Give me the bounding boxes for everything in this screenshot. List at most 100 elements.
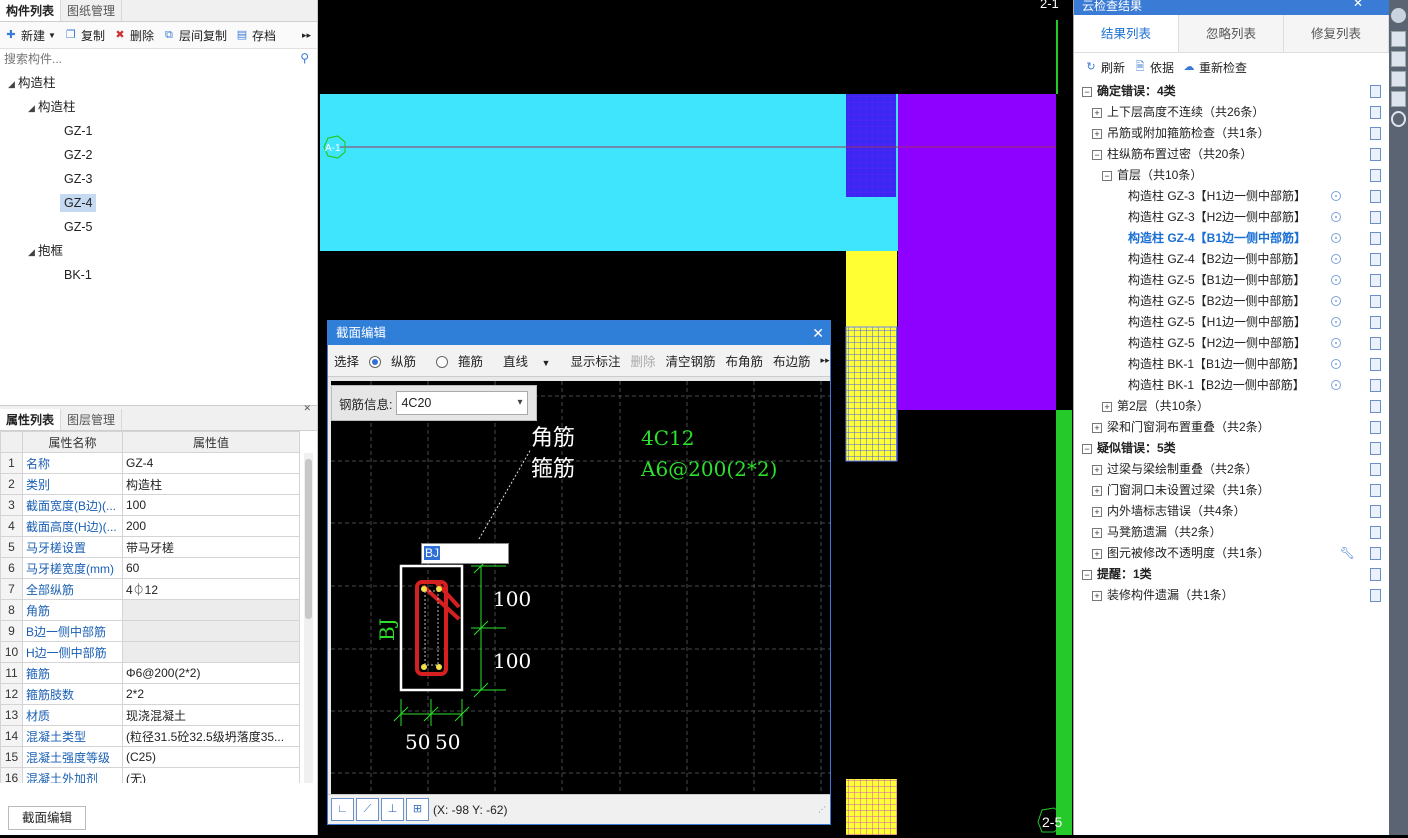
document-icon[interactable] xyxy=(1370,379,1381,392)
expand-icon[interactable]: + xyxy=(1092,464,1102,475)
locate-icon[interactable] xyxy=(1331,296,1341,306)
property-row[interactable]: 15 混凝土强度等级 (C25) xyxy=(0,746,300,768)
document-icon[interactable] xyxy=(1370,463,1381,476)
document-icon[interactable] xyxy=(1370,442,1381,455)
archive-button[interactable]: ▤ 存档 xyxy=(235,27,276,44)
property-value[interactable]: 构造柱 xyxy=(122,473,300,495)
locate-icon[interactable] xyxy=(1331,191,1341,201)
result-group[interactable]: + 图元被修改不透明度（共1条） 🔧︎ xyxy=(1074,543,1389,564)
expand-icon[interactable]: + xyxy=(1102,401,1112,412)
document-icon[interactable] xyxy=(1370,589,1381,602)
property-value[interactable]: 100 xyxy=(122,494,300,516)
tab-repair-list[interactable]: 修复列表 xyxy=(1284,15,1389,52)
delete-button-disabled[interactable]: 删除 xyxy=(630,351,655,370)
tab-layer-management[interactable]: 图层管理 xyxy=(61,409,123,430)
document-icon[interactable] xyxy=(1370,568,1381,581)
document-icon[interactable] xyxy=(1370,526,1381,539)
result-group[interactable]: + 马凳筋遗漏（共2条） xyxy=(1074,522,1389,543)
close-icon[interactable]: ✕ xyxy=(812,321,824,345)
tree-node-constructional-column[interactable]: ◢ 构造柱 xyxy=(0,95,317,119)
search-icon[interactable]: ⚲ xyxy=(300,51,309,65)
basis-button[interactable]: 🗎 依据 xyxy=(1133,59,1174,76)
property-value[interactable]: Φ6@200(2*2) xyxy=(122,662,300,684)
collapse-icon[interactable]: − xyxy=(1102,170,1112,181)
document-icon[interactable] xyxy=(1370,547,1381,560)
property-row[interactable]: 13 材质 现浇混凝土 xyxy=(0,704,300,726)
locate-icon[interactable] xyxy=(1331,380,1341,390)
document-icon[interactable] xyxy=(1370,505,1381,518)
locate-icon[interactable] xyxy=(1331,359,1341,369)
expand-icon[interactable]: + xyxy=(1092,590,1102,601)
expand-icon[interactable]: + xyxy=(1092,548,1102,559)
tree-item-gz-1[interactable]: GZ-1 xyxy=(0,119,317,143)
result-group[interactable]: + 过梁与梁绘制重叠（共2条） xyxy=(1074,459,1389,480)
stirrup-radio[interactable]: 箍筋 xyxy=(436,351,493,370)
expand-arrow-icon[interactable]: ◢ xyxy=(8,72,18,96)
property-value[interactable]: 60 xyxy=(122,557,300,579)
document-icon[interactable] xyxy=(1370,190,1381,203)
property-value[interactable]: (无) xyxy=(122,767,300,783)
expand-icon[interactable]: + xyxy=(1092,506,1102,517)
locate-icon[interactable] xyxy=(1331,233,1341,243)
tree-node-constructional-column-group[interactable]: ◢ 构造柱 xyxy=(0,71,317,95)
document-icon[interactable] xyxy=(1370,358,1381,371)
refresh-button[interactable]: ↻ 刷新 xyxy=(1084,59,1125,76)
collapse-icon[interactable]: − xyxy=(1092,149,1102,160)
tree-item-gz-3[interactable]: GZ-3 xyxy=(0,167,317,191)
property-row[interactable]: 10 H边一侧中部筋 xyxy=(0,641,300,663)
tree-item-gz-4[interactable]: GZ-4 xyxy=(0,191,317,215)
document-icon[interactable] xyxy=(1370,253,1381,266)
result-item[interactable]: 构造柱 GZ-5【H1边一侧中部筋】 xyxy=(1074,312,1389,333)
property-row[interactable]: 2 类别 构造柱 xyxy=(0,473,300,495)
property-row[interactable]: 7 全部纵筋 4⏀12 xyxy=(0,578,300,600)
property-value[interactable]: 带马牙槎 xyxy=(122,536,300,558)
collapse-icon[interactable]: − xyxy=(1082,569,1092,580)
expand-icon[interactable]: + xyxy=(1092,485,1102,496)
document-icon[interactable] xyxy=(1370,274,1381,287)
tree-item-gz-2[interactable]: GZ-2 xyxy=(0,143,317,167)
document-icon[interactable] xyxy=(1370,232,1381,245)
property-row[interactable]: 4 截面高度(H边)(... 200 xyxy=(0,515,300,537)
view3-icon[interactable] xyxy=(1391,71,1406,87)
tree-item-gz-5[interactable]: GZ-5 xyxy=(0,215,317,239)
tab-result-list[interactable]: 结果列表 xyxy=(1074,15,1179,52)
new-button[interactable]: ✚ 新建 ▼ xyxy=(4,27,56,44)
expand-icon[interactable]: + xyxy=(1092,107,1102,118)
document-icon[interactable] xyxy=(1370,316,1381,329)
result-category[interactable]: − 提醒：1类 xyxy=(1074,564,1389,585)
document-icon[interactable] xyxy=(1370,337,1381,350)
expand-icon[interactable]: + xyxy=(1092,128,1102,139)
search-input[interactable] xyxy=(0,49,317,69)
collapse-icon[interactable]: − xyxy=(1082,443,1092,454)
property-row[interactable]: 1 名称 GZ-4 xyxy=(0,452,300,474)
tree-item-bk-1[interactable]: BK-1 xyxy=(0,263,317,287)
property-value[interactable]: (粒径31.5砼32.5级坍落度35... xyxy=(122,725,300,747)
result-item[interactable]: 构造柱 BK-1【B1边一侧中部筋】 xyxy=(1074,354,1389,375)
property-value[interactable]: 2*2 xyxy=(122,683,300,705)
property-row[interactable]: 9 B边一侧中部筋 xyxy=(0,620,300,642)
document-icon[interactable] xyxy=(1370,295,1381,308)
wrench-icon[interactable]: 🔧︎ xyxy=(1340,543,1355,564)
collapse-icon[interactable]: − xyxy=(1082,86,1092,97)
property-scrollbar[interactable] xyxy=(304,453,313,783)
result-group[interactable]: + 第2层（共10条） xyxy=(1074,396,1389,417)
property-value[interactable] xyxy=(122,641,300,663)
result-item[interactable]: 构造柱 BK-1【B2边一侧中部筋】 xyxy=(1074,375,1389,396)
more-button[interactable]: ▸▸ xyxy=(302,30,311,41)
recheck-button[interactable]: ☁ 重新检查 xyxy=(1182,59,1248,76)
tab-property-list[interactable]: 属性列表 xyxy=(0,409,62,430)
close-icon[interactable]: ✕ xyxy=(1353,0,1363,10)
ortho-snap-button[interactable]: ∟ xyxy=(331,798,354,821)
locate-icon[interactable] xyxy=(1331,317,1341,327)
place-side-rebar-button[interactable]: 布边筋 xyxy=(773,351,811,370)
result-category[interactable]: − 疑似错误：5类 xyxy=(1074,438,1389,459)
property-row[interactable]: 12 箍筋肢数 2*2 xyxy=(0,683,300,705)
tab-ignore-list[interactable]: 忽略列表 xyxy=(1179,15,1284,52)
document-icon[interactable] xyxy=(1370,106,1381,119)
orbit-icon[interactable] xyxy=(1391,111,1406,127)
delete-button[interactable]: ✖ 删除 xyxy=(113,27,154,44)
result-group[interactable]: + 内外墙标志错误（共4条） xyxy=(1074,501,1389,522)
property-row[interactable]: 6 马牙槎宽度(mm) 60 xyxy=(0,557,300,579)
expand-icon[interactable]: + xyxy=(1092,527,1102,538)
locate-icon[interactable] xyxy=(1331,212,1341,222)
